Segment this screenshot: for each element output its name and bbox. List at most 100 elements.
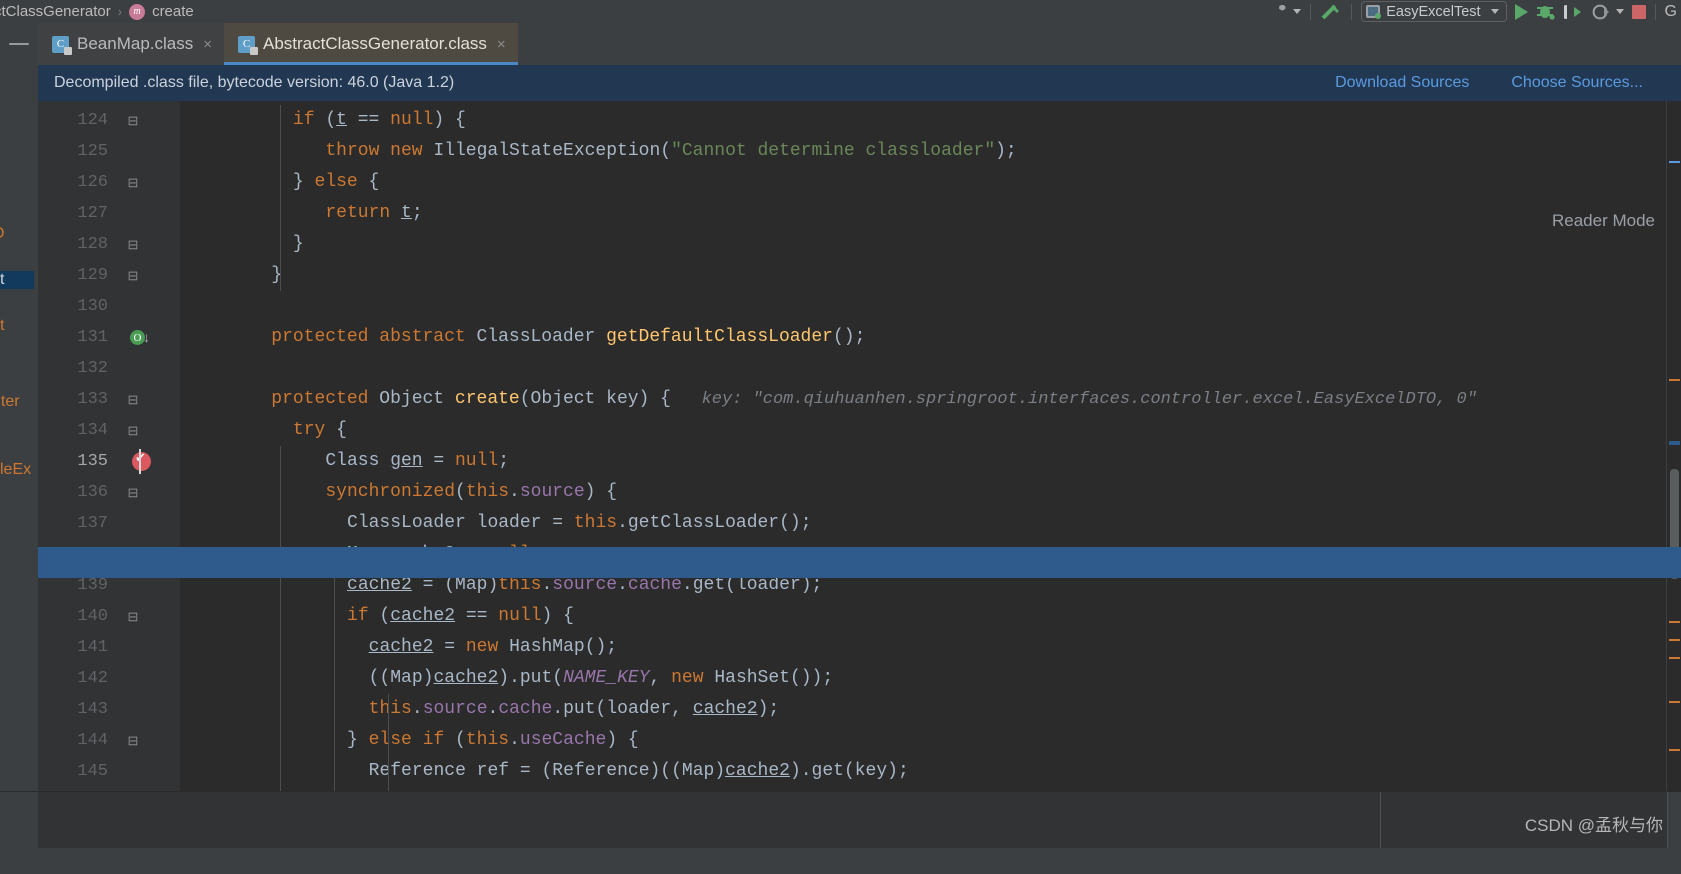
editor-tab-beanmap[interactable]: C BeanMap.class × <box>38 23 224 65</box>
code-token: = (Map) <box>411 575 499 595</box>
banner-links: Download Sources Choose Sources... <box>1335 74 1665 92</box>
code-line[interactable]: protected Object create(Object key) { ke… <box>271 384 1477 415</box>
code-line[interactable]: if (cache2 == null) { <box>347 601 574 632</box>
code-token: ).get(key); <box>789 761 909 781</box>
choose-sources-link[interactable]: Choose Sources... <box>1511 74 1643 92</box>
reader-mode-label[interactable]: Reader Mode <box>1552 211 1655 231</box>
fold-marker[interactable]: ⊟ <box>126 229 140 260</box>
code-token: . <box>509 482 520 502</box>
code-token: ( <box>379 606 391 626</box>
code-content[interactable]: if (t == null) {throw new IllegalStateEx… <box>180 101 1681 791</box>
run-configuration-selector[interactable]: EasyExcelTest <box>1357 0 1510 23</box>
code-line[interactable]: Class gen = null; <box>325 446 509 477</box>
profile-selector-button[interactable] <box>1271 0 1305 23</box>
fold-marker[interactable]: ⊟ <box>126 725 140 756</box>
decompiled-file-banner: Decompiled .class file, bytecode version… <box>38 65 1681 101</box>
scrollbar-marker-5 <box>1669 639 1680 641</box>
popup-list-item[interactable]: cleEx <box>0 461 31 479</box>
left-popup-fragment[interactable]: Ost st riter cleEx <box>0 225 34 495</box>
code-line[interactable]: protected abstract ClassLoader getDefaul… <box>271 322 865 353</box>
code-line[interactable]: this.source.cache.put(loader, cache2); <box>369 694 780 725</box>
breadcrumb-class[interactable]: ctClassGenerator <box>0 3 111 20</box>
scrollbar-marker-2 <box>1669 379 1680 381</box>
code-line[interactable]: throw new IllegalStateException("Cannot … <box>325 136 1016 167</box>
code-token: NAME_KEY <box>563 668 650 688</box>
debug-button[interactable] <box>1532 0 1560 23</box>
highlighted-line <box>38 547 1681 578</box>
coverage-icon <box>1563 4 1581 19</box>
code-token: . <box>617 575 628 595</box>
code-line[interactable]: synchronized(this.source) { <box>325 477 617 508</box>
code-token: ; <box>411 203 423 223</box>
fold-marker[interactable]: ⊟ <box>126 601 140 632</box>
hammer-icon <box>1321 4 1340 19</box>
run-config-label: EasyExcelTest <box>1386 3 1481 20</box>
search-everywhere-button[interactable]: G <box>1661 0 1681 23</box>
breadcrumb[interactable]: ctClassGenerator › m create <box>0 0 194 23</box>
popup-list-item[interactable]: st <box>0 317 4 335</box>
toolbar-actions: EasyExcelTest G <box>1271 0 1681 23</box>
popup-list-item[interactable]: st <box>0 271 34 289</box>
editor-tab-abstractclassgenerator[interactable]: C AbstractClassGenerator.class × <box>224 23 518 65</box>
editor-scrollbar[interactable] <box>1667 101 1681 791</box>
code-token: ); <box>757 699 780 719</box>
stop-button[interactable] <box>1628 0 1650 23</box>
fold-marker[interactable]: ⊟ <box>126 415 140 446</box>
popup-list-item[interactable]: riter <box>0 393 20 411</box>
fold-marker[interactable]: ⊟ <box>126 105 140 136</box>
code-token: t <box>401 203 412 223</box>
fold-marker[interactable]: ⊟ <box>126 260 140 291</box>
code-token: ClassLoader <box>476 327 607 347</box>
code-token: protected abstract <box>271 327 477 347</box>
tab-label-2: AbstractClassGenerator.class <box>263 34 487 53</box>
code-line[interactable]: cache2 = new HashMap(); <box>369 632 617 663</box>
code-line[interactable]: ClassLoader loader = this.getClassLoader… <box>347 508 812 539</box>
code-token: cache <box>627 575 682 595</box>
scrollbar-marker-3 <box>1669 441 1680 445</box>
code-token: throw new <box>325 141 434 161</box>
close-icon[interactable]: × <box>203 36 212 53</box>
code-line[interactable]: } else { <box>293 167 379 198</box>
code-token: } <box>347 730 369 750</box>
code-token: this <box>465 730 510 750</box>
profile-run-button[interactable] <box>1588 0 1628 23</box>
code-token: ( <box>660 141 672 161</box>
code-token: { <box>357 172 380 192</box>
code-line[interactable]: } else if (this.useCache) { <box>347 725 639 756</box>
code-token: ) { <box>606 730 639 750</box>
build-project-button[interactable] <box>1316 0 1346 23</box>
collapse-panel-button[interactable] <box>0 23 38 65</box>
line-number: 140 <box>77 607 108 626</box>
code-line[interactable]: Reference ref = (Reference)((Map)cache2)… <box>369 756 909 787</box>
fold-marker[interactable]: ⊟ <box>126 167 140 198</box>
breadcrumb-method[interactable]: create <box>152 3 194 20</box>
code-token: ) { <box>433 110 466 130</box>
toolbar-divider-3 <box>1654 3 1656 20</box>
run-with-coverage-button[interactable] <box>1560 0 1588 23</box>
code-token: IllegalStateException <box>433 141 661 161</box>
code-editor[interactable]: Ost st riter cleEx 124 ⊟ 125 126 ⊟ 127 128 ⊟ 129 ⊟ 13… <box>0 101 1681 791</box>
fold-marker[interactable]: ⊟ <box>126 384 140 415</box>
profiler-icon <box>1592 4 1609 19</box>
code-token: .get(loader); <box>681 575 823 595</box>
close-icon-2[interactable]: × <box>497 36 506 53</box>
line-number: 128 <box>77 235 108 254</box>
code-line[interactable]: } <box>293 229 304 260</box>
line-number: 136 <box>77 483 108 502</box>
run-button[interactable] <box>1511 0 1532 23</box>
code-line[interactable]: if (t == null) { <box>293 105 466 136</box>
code-token: ).put( <box>498 668 564 688</box>
line-number: 129 <box>77 266 108 285</box>
download-sources-link[interactable]: Download Sources <box>1335 74 1469 92</box>
code-line[interactable]: ((Map)cache2).put(NAME_KEY, new HashSet(… <box>369 663 834 694</box>
code-token: else <box>314 172 358 192</box>
breakpoint-icon[interactable] <box>132 450 151 471</box>
editor-gutter[interactable]: 124 ⊟ 125 126 ⊟ 127 128 ⊟ 129 ⊟ 130 131 O ↓ 132 133 ⊟ 134… <box>38 101 180 791</box>
fold-marker[interactable]: ⊟ <box>126 477 140 508</box>
code-token: null <box>455 451 499 471</box>
code-token: ( <box>455 730 466 750</box>
popup-list-item[interactable]: O <box>0 225 4 243</box>
scrollbar-marker-4 <box>1669 621 1680 623</box>
code-line[interactable]: try { <box>293 415 347 446</box>
code-line[interactable]: return t; <box>325 198 422 229</box>
